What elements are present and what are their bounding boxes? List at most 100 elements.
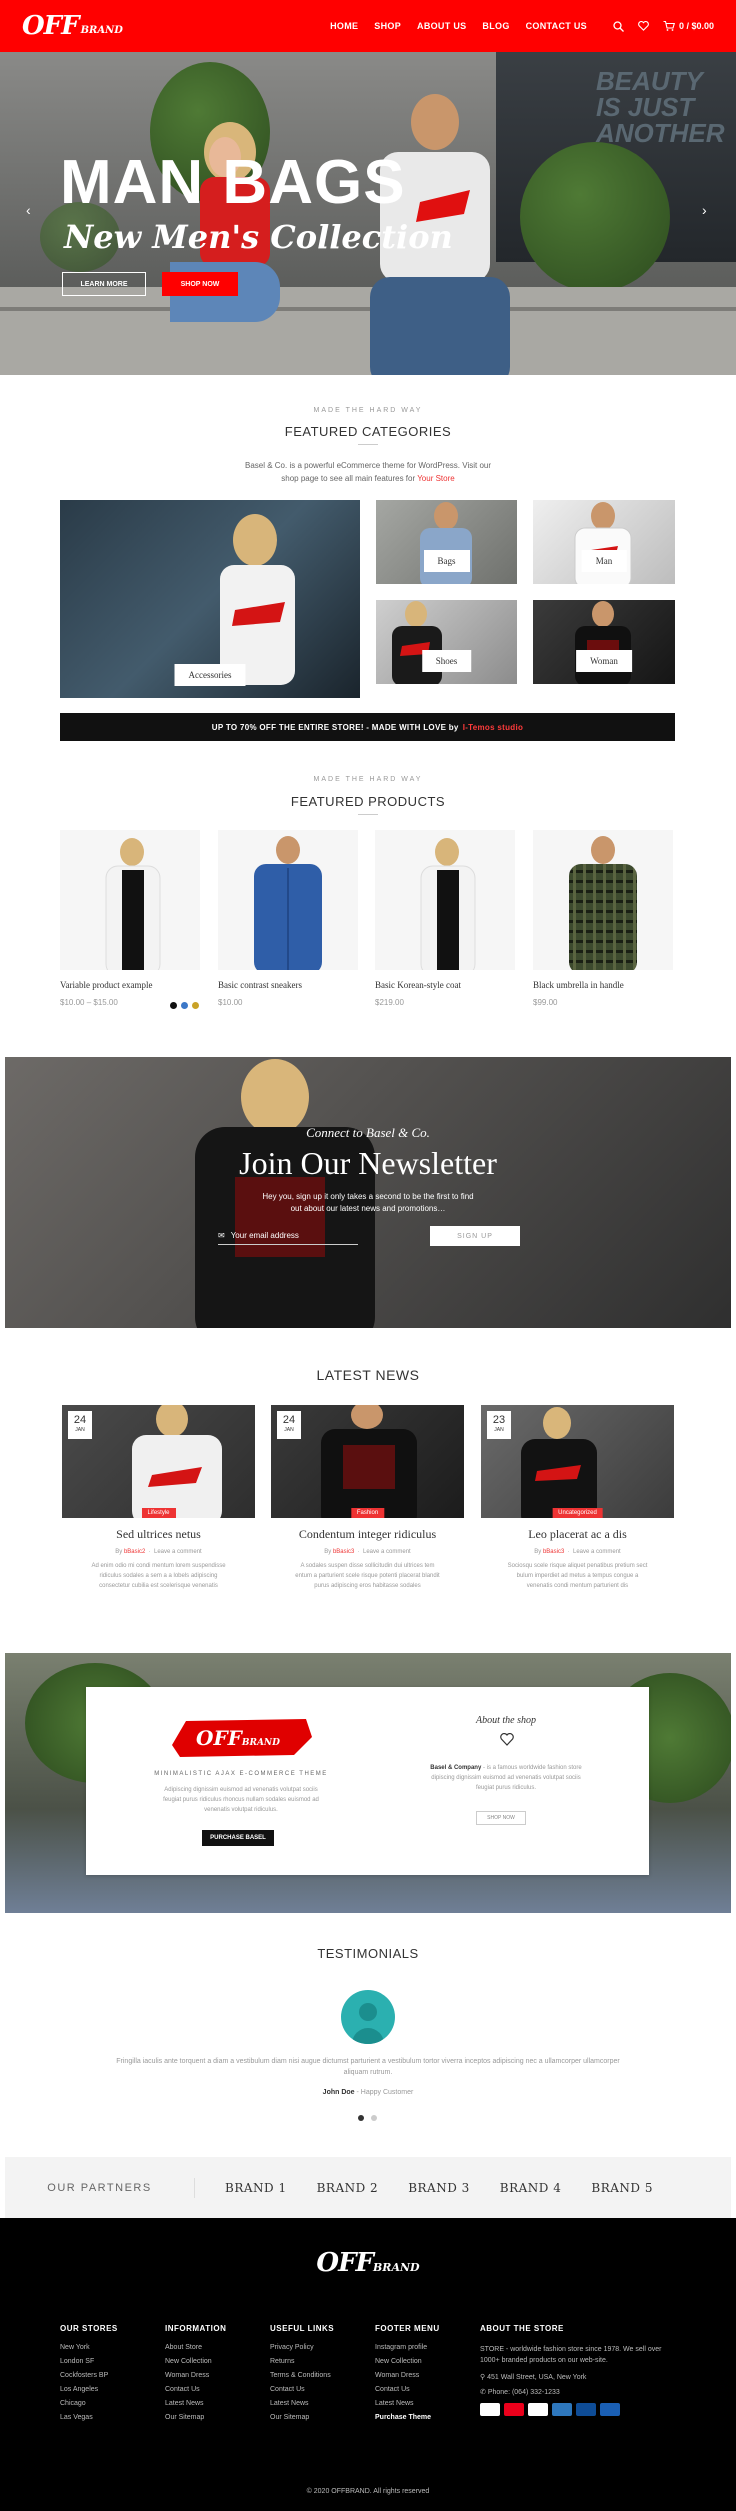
nav-contact[interactable]: CONTACT US	[526, 21, 587, 31]
swatch-gold[interactable]	[192, 1002, 199, 1009]
nav-about[interactable]: ABOUT US	[417, 21, 466, 31]
news-category-tag[interactable]: Lifestyle	[141, 1508, 176, 1518]
product-image[interactable]	[60, 830, 200, 970]
your-store-link[interactable]: Your Store	[417, 474, 455, 483]
partner-brand[interactable]: BRAND 5	[591, 2181, 653, 2195]
category-shoes[interactable]: Shoes	[376, 600, 517, 684]
product-card[interactable]: Variable product example $10.00 – $15.00	[60, 830, 200, 1009]
slider-next-icon[interactable]: ›	[702, 202, 707, 218]
news-category-tag[interactable]: Uncategorized	[552, 1508, 603, 1518]
product-name[interactable]: Variable product example	[60, 980, 200, 990]
footer-link[interactable]: Privacy Policy	[270, 2344, 334, 2351]
category-woman[interactable]: Woman	[533, 600, 675, 684]
partner-brand[interactable]: BRAND 2	[317, 2181, 379, 2195]
purchase-basel-button[interactable]: PURCHASE BASEL	[202, 1830, 274, 1846]
nav-blog[interactable]: BLOG	[482, 21, 509, 31]
footer-link[interactable]: Terms & Conditions	[270, 2372, 334, 2379]
footer-link[interactable]: Latest News	[375, 2400, 440, 2407]
footer-link[interactable]: Our Sitemap	[165, 2414, 226, 2421]
location-pin-icon: ⚲	[480, 2374, 486, 2381]
newsletter-email-field[interactable]: ✉ Your email address	[218, 1227, 358, 1245]
testimonial-pagination	[358, 2115, 377, 2121]
product-name[interactable]: Basic Korean-style coat	[375, 980, 515, 990]
footer-link[interactable]: Returns	[270, 2358, 334, 2365]
product-name[interactable]: Basic contrast sneakers	[218, 980, 358, 990]
search-icon[interactable]	[613, 20, 624, 32]
news-title-link[interactable]: Leo placerat ac a dis	[481, 1527, 674, 1542]
footer-logo[interactable]: OFFBRAND	[0, 2248, 736, 2278]
newsletter-signup-button[interactable]: SIGN UP	[430, 1226, 520, 1246]
shop-now-button[interactable]: SHOP NOW	[162, 272, 238, 296]
product-price: $219.00	[375, 998, 404, 1007]
wishlist-heart-icon[interactable]	[638, 21, 649, 31]
footer-link-purchase[interactable]: Purchase Theme	[375, 2414, 440, 2421]
section-divider	[358, 814, 378, 815]
product-image[interactable]	[375, 830, 515, 970]
product-image[interactable]	[533, 830, 673, 970]
product-card[interactable]: Basic Korean-style coat $219.00	[375, 830, 515, 1007]
site-header: OFF BRAND HOME SHOP ABOUT US BLOG CONTACT…	[0, 0, 736, 52]
footer-link[interactable]: Woman Dress	[375, 2372, 440, 2379]
partner-brand[interactable]: BRAND 3	[408, 2181, 470, 2195]
partner-brand[interactable]: BRAND 1	[225, 2181, 287, 2195]
pagination-dot[interactable]	[371, 2115, 377, 2121]
swatch-black[interactable]	[170, 1002, 177, 1009]
news-title-link[interactable]: Sed ultrices netus	[62, 1527, 255, 1542]
footer-link[interactable]: Our Sitemap	[270, 2414, 334, 2421]
news-image[interactable]: 23 JAN Uncategorized	[481, 1405, 674, 1518]
news-title-link[interactable]: Condentum integer ridiculus	[271, 1527, 464, 1542]
news-image[interactable]: 24 JAN Fashion	[271, 1405, 464, 1518]
amex-card-icon	[552, 2403, 572, 2416]
footer-link[interactable]: Contact Us	[375, 2386, 440, 2393]
slider-prev-icon[interactable]: ‹	[26, 202, 31, 218]
mastercard-icon	[504, 2403, 524, 2416]
partner-brand[interactable]: BRAND 4	[500, 2181, 562, 2195]
footer-link[interactable]: New Collection	[165, 2358, 226, 2365]
product-card[interactable]: Black umbrella in handle $99.00	[533, 830, 673, 1007]
product-card[interactable]: Basic contrast sneakers $10.00	[218, 830, 358, 1007]
news-image[interactable]: 24 JAN Lifestyle	[62, 1405, 255, 1518]
category-man[interactable]: Man	[533, 500, 675, 584]
hero-slider: BEAUTY IS JUST ANOTHER MAN BAGS New Men'…	[0, 52, 736, 375]
footer-link[interactable]: Instagram profile	[375, 2344, 440, 2351]
about-shop-now-button[interactable]: SHOP NOW	[476, 1811, 526, 1825]
news-excerpt: A sodales suspen disse sollicitudin dui …	[295, 1563, 440, 1589]
nav-shop[interactable]: SHOP	[374, 21, 401, 31]
footer-link[interactable]: New York	[60, 2344, 118, 2351]
news-card[interactable]: 23 JAN Uncategorized Leo placerat ac a di…	[481, 1405, 674, 1591]
about-card: OFFBRAND MINIMALISTIC AJAX E-COMMERCE TH…	[86, 1687, 649, 1875]
partners-title: OUR PARTNERS	[5, 2177, 195, 2198]
footer-col-useful-links: USEFUL LINKS Privacy Policy Returns Term…	[270, 2324, 335, 2421]
promo-studio-link[interactable]: I-Temos studio	[463, 723, 524, 732]
footer-link[interactable]: Latest News	[165, 2400, 226, 2407]
learn-more-button[interactable]: LEARN MORE	[62, 272, 146, 296]
footer-link[interactable]: Latest News	[270, 2400, 334, 2407]
news-card[interactable]: 24 JAN Lifestyle Sed ultrices netus By bB…	[62, 1405, 255, 1591]
footer-phone: ✆ Phone: (064) 332-1233	[480, 2389, 560, 2396]
news-meta: By bBasic2 · Leave a comment	[115, 1549, 202, 1555]
product-name[interactable]: Black umbrella in handle	[533, 980, 673, 990]
nav-home[interactable]: HOME	[330, 21, 358, 31]
testimonial-author: John Doe - Happy Customer	[322, 2089, 414, 2096]
footer-link[interactable]: About Store	[165, 2344, 226, 2351]
footer-link[interactable]: London SF	[60, 2358, 118, 2365]
footer-link[interactable]: Contact Us	[270, 2386, 334, 2393]
site-logo[interactable]: OFF BRAND	[22, 11, 123, 41]
swatch-blue[interactable]	[181, 1002, 188, 1009]
pagination-dot[interactable]	[358, 2115, 364, 2121]
footer-link[interactable]: Chicago	[60, 2400, 118, 2407]
footer-link[interactable]: Los Angeles	[60, 2386, 118, 2393]
footer-col-information: INFORMATION About Store New Collection W…	[165, 2324, 227, 2421]
footer-link[interactable]: Contact Us	[165, 2386, 226, 2393]
news-card[interactable]: 24 JAN Fashion Condentum integer ridiculu…	[271, 1405, 464, 1591]
footer-link[interactable]: Cockfosters BP	[60, 2372, 118, 2379]
testimonials-title: TESTIMONIALS	[317, 1946, 419, 1961]
cart-button[interactable]: 0 / $0.00	[663, 21, 714, 31]
product-image[interactable]	[218, 830, 358, 970]
footer-link[interactable]: Woman Dress	[165, 2372, 226, 2379]
category-bags[interactable]: Bags	[376, 500, 517, 584]
news-category-tag[interactable]: Fashion	[350, 1508, 385, 1518]
category-accessories[interactable]: Accessories	[60, 500, 360, 698]
footer-link[interactable]: New Collection	[375, 2358, 440, 2365]
footer-link[interactable]: Las Vegas	[60, 2414, 118, 2421]
